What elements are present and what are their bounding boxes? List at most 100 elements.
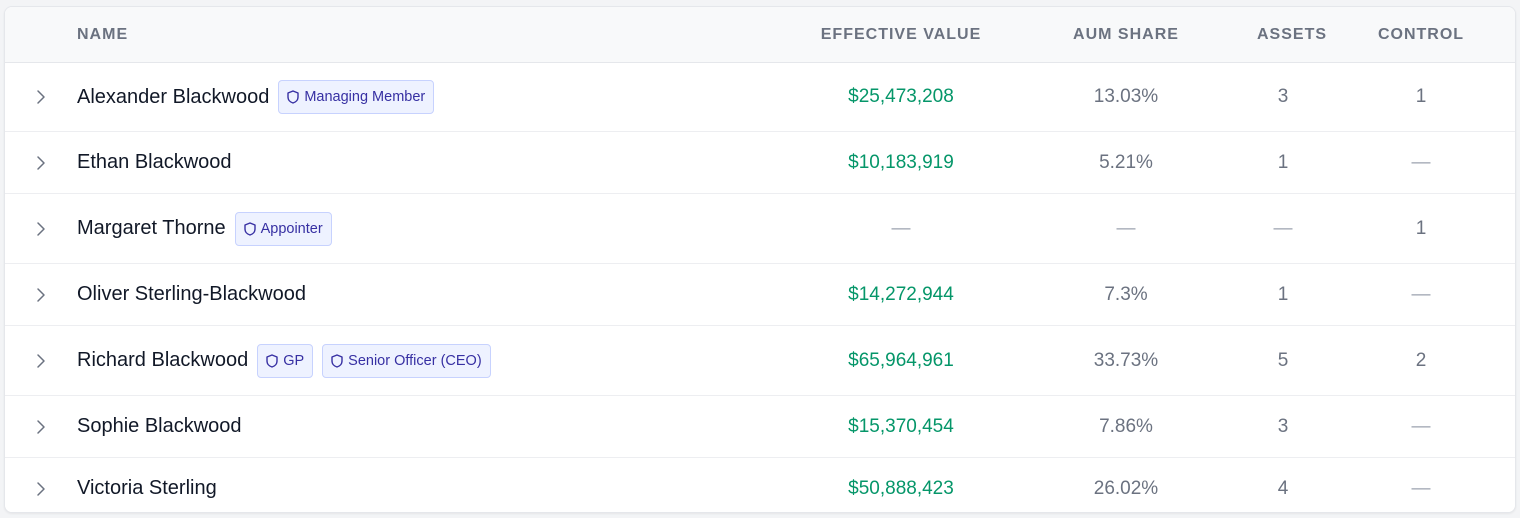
effective-value-cell: $15,370,454 bbox=[807, 416, 995, 438]
control-column-header[interactable]: CONTROL bbox=[1309, 26, 1515, 44]
chevron-right-icon[interactable] bbox=[31, 479, 51, 499]
chevron-right-icon[interactable] bbox=[31, 417, 51, 437]
assets-count-cell: 5 bbox=[1257, 350, 1309, 372]
aum-share-cell: — bbox=[995, 218, 1257, 240]
control-count: — bbox=[1411, 477, 1431, 499]
control-count-cell: 1 bbox=[1309, 86, 1515, 108]
control-count-cell: — bbox=[1309, 152, 1515, 174]
table-row[interactable]: Richard Blackwood GP Senior Officer (CEO) $… bbox=[5, 326, 1515, 396]
chevron-right-icon[interactable] bbox=[31, 219, 51, 239]
name-cell: Ethan Blackwood bbox=[77, 151, 807, 174]
role-badge: Senior Officer (CEO) bbox=[322, 343, 491, 378]
role-badge: Appointer bbox=[234, 211, 332, 246]
control-count-cell: — bbox=[1309, 416, 1515, 438]
expand-cell bbox=[5, 479, 77, 499]
aum-share: 7.3% bbox=[1104, 283, 1148, 305]
shield-icon bbox=[266, 353, 278, 368]
beneficiary-name: Margaret Thorne bbox=[77, 217, 226, 239]
table-row[interactable]: Ethan Blackwood $10,183,919 5.21% 1 — bbox=[5, 132, 1515, 194]
control-count-cell: — bbox=[1309, 478, 1515, 500]
role-badge-label: GP bbox=[283, 352, 305, 369]
expand-cell bbox=[5, 87, 77, 107]
assets-count-cell: 3 bbox=[1257, 416, 1309, 438]
name-cell: Oliver Sterling-Blackwood bbox=[77, 283, 807, 306]
control-count-cell: 2 bbox=[1309, 350, 1515, 372]
assets-count: 3 bbox=[1277, 86, 1289, 107]
aum-share-cell: 7.86% bbox=[995, 416, 1257, 438]
aum-share-cell: 26.02% bbox=[995, 478, 1257, 500]
name-cell: Alexander Blackwood Managing Member bbox=[77, 80, 807, 114]
assets-column-header[interactable]: ASSETS bbox=[1257, 26, 1326, 44]
control-count-cell: 1 bbox=[1309, 218, 1515, 240]
assets-count-cell: — bbox=[1257, 218, 1309, 240]
assets-count: 5 bbox=[1277, 349, 1289, 371]
effective-value: $10,183,919 bbox=[848, 151, 954, 173]
aum-share-cell: 5.21% bbox=[995, 152, 1257, 174]
assets-count: — bbox=[1273, 217, 1293, 239]
effective-value-cell: $10,183,919 bbox=[807, 152, 995, 174]
name-column-header[interactable]: NAME bbox=[77, 26, 807, 44]
name-cell: Victoria Sterling bbox=[77, 477, 807, 500]
control-count: 2 bbox=[1415, 349, 1427, 371]
aum-share: 33.73% bbox=[1093, 349, 1159, 371]
expand-cell bbox=[5, 153, 77, 173]
assets-count: 1 bbox=[1277, 283, 1289, 305]
table-row[interactable]: Sophie Blackwood $15,370,454 7.86% 3 — bbox=[5, 396, 1515, 458]
beneficiary-name: Ethan Blackwood bbox=[77, 151, 232, 173]
beneficiary-name: Victoria Sterling bbox=[77, 477, 217, 499]
effective-value: — bbox=[891, 217, 911, 239]
table-header: NAME EFFECTIVE VALUE AUM SHARE ASSETS CO… bbox=[5, 7, 1515, 63]
table-row[interactable]: Oliver Sterling-Blackwood $14,272,944 7.3%… bbox=[5, 264, 1515, 326]
aum-share: 13.03% bbox=[1093, 86, 1159, 107]
effective-value: $25,473,208 bbox=[848, 86, 954, 107]
control-count: 1 bbox=[1415, 86, 1427, 107]
role-badge-label: Appointer bbox=[260, 220, 323, 237]
assets-count-cell: 3 bbox=[1257, 86, 1309, 108]
beneficiary-name: Oliver Sterling-Blackwood bbox=[77, 283, 306, 305]
chevron-right-icon[interactable] bbox=[31, 87, 51, 107]
chevron-right-icon[interactable] bbox=[31, 351, 51, 371]
assets-count: 4 bbox=[1277, 477, 1289, 499]
assets-count: 3 bbox=[1277, 415, 1289, 437]
shield-icon bbox=[287, 90, 300, 104]
assets-count-cell: 1 bbox=[1257, 284, 1309, 306]
role-badge-label: Senior Officer (CEO) bbox=[348, 352, 482, 369]
control-count-cell: — bbox=[1309, 284, 1515, 306]
effective-value-cell: $50,888,423 bbox=[807, 478, 995, 500]
table-row[interactable]: Margaret Thorne Appointer — — — 1 bbox=[5, 194, 1515, 264]
name-cell: Sophie Blackwood bbox=[77, 415, 807, 438]
aum-share: 7.86% bbox=[1099, 415, 1153, 437]
expand-cell bbox=[5, 351, 77, 371]
name-cell: Richard Blackwood GP Senior Officer (CEO) bbox=[77, 343, 807, 378]
assets-count-cell: 4 bbox=[1257, 478, 1309, 500]
assets-count-cell: 1 bbox=[1257, 152, 1309, 174]
expand-cell bbox=[5, 219, 77, 239]
effective-value: $65,964,961 bbox=[848, 349, 954, 371]
table-row[interactable]: Alexander Blackwood Managing Member $25,47… bbox=[5, 63, 1515, 132]
aum-share-column-header[interactable]: AUM SHARE bbox=[995, 26, 1257, 44]
effective-value: $50,888,423 bbox=[848, 477, 954, 499]
role-badge: Managing Member bbox=[278, 80, 435, 114]
assets-count: 1 bbox=[1277, 151, 1289, 173]
shield-icon bbox=[331, 353, 343, 368]
table-row[interactable]: Victoria Sterling $50,888,423 26.02% 4 — bbox=[5, 458, 1515, 512]
table-body: Alexander Blackwood Managing Member $25,47… bbox=[5, 63, 1515, 512]
effective-value-cell: $14,272,944 bbox=[807, 284, 995, 306]
beneficiary-name: Richard Blackwood bbox=[77, 349, 249, 371]
aum-share: 26.02% bbox=[1093, 477, 1159, 499]
aum-share-cell: 7.3% bbox=[995, 284, 1257, 306]
shield-icon bbox=[243, 221, 256, 236]
chevron-right-icon[interactable] bbox=[31, 153, 51, 173]
effective-value: $15,370,454 bbox=[848, 415, 954, 437]
chevron-right-icon[interactable] bbox=[31, 285, 51, 305]
aum-share-cell: 33.73% bbox=[995, 350, 1257, 372]
effective-value-cell: $25,473,208 bbox=[807, 86, 995, 108]
effective-value-cell: $65,964,961 bbox=[807, 350, 995, 372]
name-cell: Margaret Thorne Appointer bbox=[77, 211, 807, 246]
control-count: — bbox=[1411, 283, 1431, 305]
aum-share: 5.21% bbox=[1099, 151, 1153, 173]
control-count: — bbox=[1411, 151, 1431, 173]
effective-value-column-header[interactable]: EFFECTIVE VALUE bbox=[807, 26, 995, 44]
control-count: — bbox=[1411, 415, 1431, 437]
beneficiary-name: Alexander Blackwood bbox=[77, 85, 270, 108]
